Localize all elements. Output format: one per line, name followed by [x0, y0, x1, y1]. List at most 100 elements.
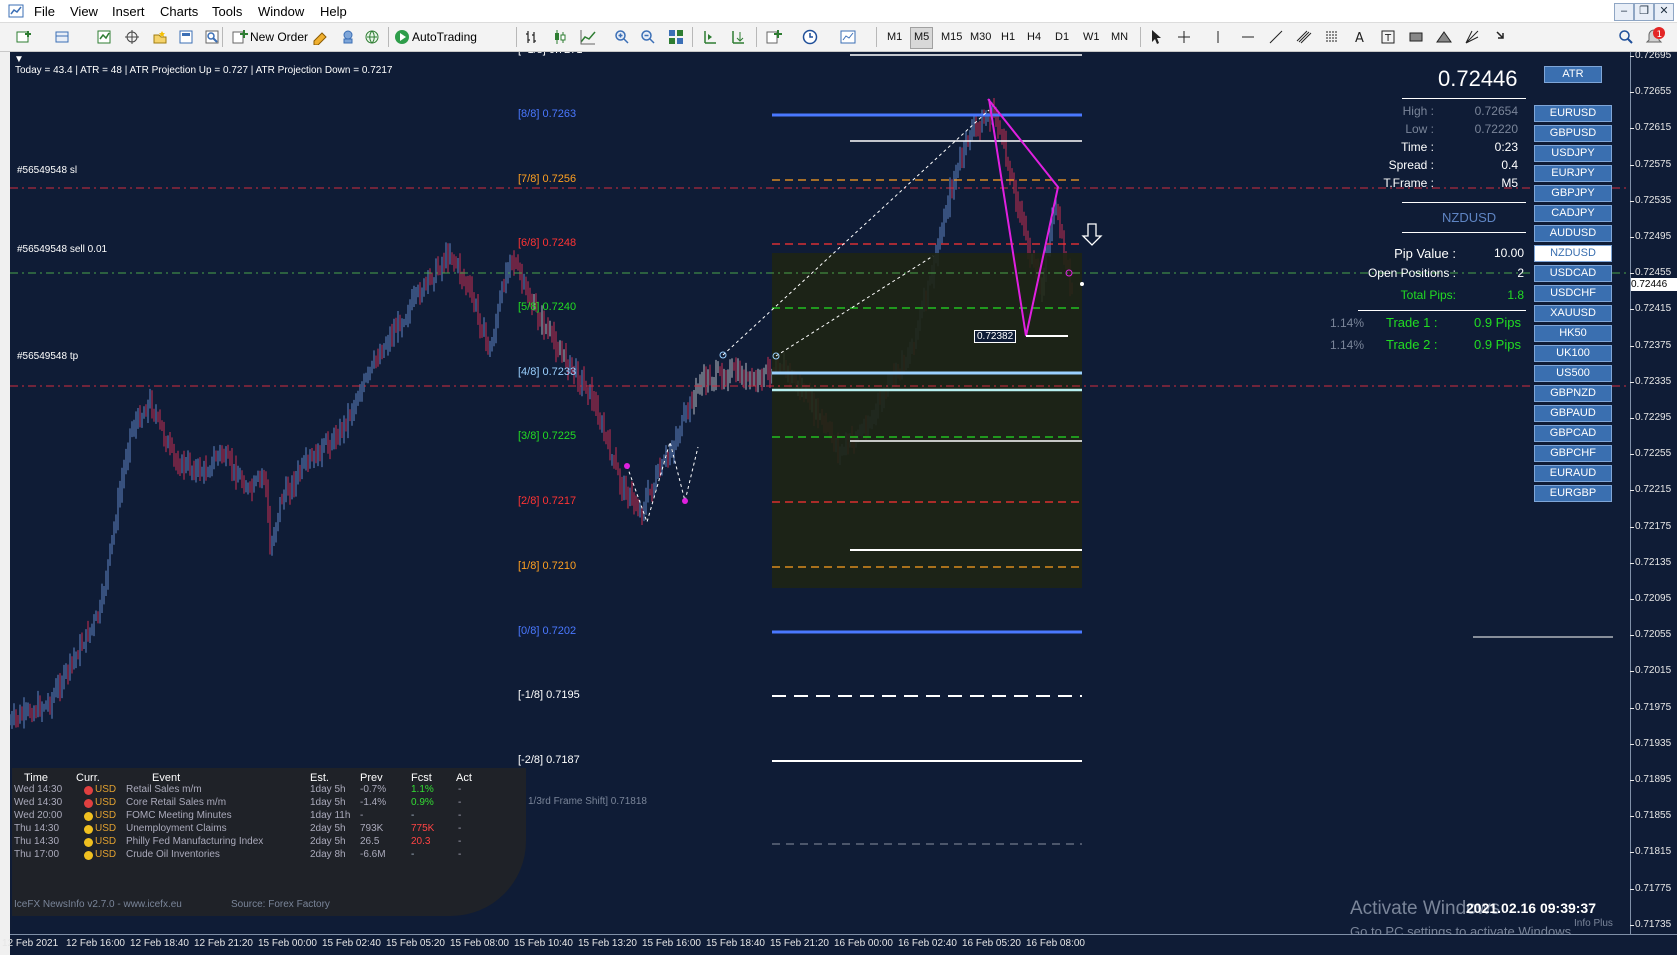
- timeframe-h1[interactable]: H1: [998, 27, 1018, 47]
- time-axis[interactable]: 12 Feb 2021 12 Feb 16:00 12 Feb 18:40 12 Fe…: [2, 934, 1677, 955]
- timeframe-m15[interactable]: M15: [938, 27, 965, 47]
- news-cell-curr: USD: [95, 836, 117, 847]
- terminal-icon[interactable]: [178, 29, 194, 45]
- symbol-button-gbpchf[interactable]: GBPCHF: [1534, 445, 1612, 462]
- symbol-button-gbpnzd[interactable]: GBPNZD: [1534, 385, 1612, 402]
- symbol-button-hk50[interactable]: HK50: [1534, 325, 1612, 342]
- navigator-icon[interactable]: [152, 29, 168, 45]
- symbol-button-eurjpy[interactable]: EURJPY: [1534, 165, 1612, 182]
- collapse-arrow-icon[interactable]: ▼: [14, 54, 24, 65]
- bar-chart-icon[interactable]: [524, 29, 540, 45]
- symbol-button-euraud[interactable]: EURAUD: [1534, 465, 1612, 482]
- trendline-icon[interactable]: [1268, 29, 1284, 45]
- symbol-button-gbpjpy[interactable]: GBPJPY: [1534, 185, 1612, 202]
- news-cell-fcst: 1.1%: [411, 784, 434, 795]
- timeframe-m1[interactable]: M1: [884, 27, 905, 47]
- close-button[interactable]: ✕: [1654, 3, 1674, 21]
- fibonacci-icon[interactable]: [1324, 29, 1340, 45]
- periods-clock-icon[interactable]: [802, 29, 818, 45]
- symbol-button-gbpaud[interactable]: GBPAUD: [1534, 405, 1612, 422]
- menu-tools[interactable]: Tools: [212, 4, 242, 19]
- candlestick-icon[interactable]: [552, 29, 568, 45]
- menu-help[interactable]: Help: [320, 4, 347, 19]
- new-chart-icon[interactable]: [16, 29, 32, 45]
- menu-file[interactable]: File: [34, 4, 55, 19]
- menu-insert[interactable]: Insert: [112, 4, 145, 19]
- auto-scroll-icon[interactable]: [730, 29, 746, 45]
- news-cell-time: Wed 14:30: [14, 797, 63, 808]
- symbol-button-usdjpy[interactable]: USDJPY: [1534, 145, 1612, 162]
- market-icon[interactable]: [364, 29, 380, 45]
- news-footer-left: IceFX NewsInfo v2.7.0 - www.icefx.eu: [14, 899, 182, 910]
- pattern-point: [682, 498, 688, 504]
- impact-dot-icon: [84, 838, 93, 847]
- symbol-button-eurusd[interactable]: EURUSD: [1534, 105, 1612, 122]
- symbol-button-usdchf[interactable]: USDCHF: [1534, 285, 1612, 302]
- price-tick: 0.72375: [1629, 339, 1672, 351]
- autotrading-icon[interactable]: [394, 29, 410, 45]
- timeframe-d1[interactable]: D1: [1052, 27, 1072, 47]
- symbol-button-eurgbp[interactable]: EURGBP: [1534, 485, 1612, 502]
- timeframe-w1[interactable]: W1: [1080, 27, 1103, 47]
- timeframe-h4[interactable]: H4: [1024, 27, 1044, 47]
- symbol-button-us500[interactable]: US500: [1534, 365, 1612, 382]
- signals-icon[interactable]: [340, 29, 356, 45]
- templates-icon[interactable]: [840, 29, 856, 45]
- line-chart-icon[interactable]: [580, 29, 596, 45]
- atr-button[interactable]: ATR: [1544, 66, 1602, 83]
- vertical-line-icon[interactable]: [1210, 29, 1226, 45]
- menu-window[interactable]: Window: [258, 4, 304, 19]
- menu-view[interactable]: View: [70, 4, 98, 19]
- crosshair-icon[interactable]: [1176, 29, 1192, 45]
- market-watch-icon[interactable]: [96, 29, 112, 45]
- murrey-label: [6/8] 0.7248: [518, 237, 577, 249]
- timeframe-mn[interactable]: MN: [1108, 27, 1131, 47]
- news-header-time: Time: [24, 772, 49, 784]
- menu-charts[interactable]: Charts: [160, 4, 198, 19]
- time-tick: 15 Feb 21:20: [770, 938, 829, 949]
- symbol-button-usdcad[interactable]: USDCAD: [1534, 265, 1612, 282]
- rectangle-icon[interactable]: [1408, 29, 1424, 45]
- timeframe-m5[interactable]: M5: [910, 27, 934, 49]
- timeframe-m30[interactable]: M30: [967, 27, 994, 47]
- symbol-button-uk100[interactable]: UK100: [1534, 345, 1612, 362]
- news-cell-fcst: -: [411, 810, 415, 821]
- price-tick: 0.71935: [1629, 737, 1672, 749]
- equidistant-channel-icon[interactable]: [1296, 29, 1312, 45]
- notification-icon[interactable]: 1: [1644, 26, 1666, 48]
- gann-fan-icon[interactable]: [1464, 29, 1480, 45]
- time-tick: 16 Feb 00:00: [834, 938, 893, 949]
- horizontal-line-icon[interactable]: [1240, 29, 1256, 45]
- search-icon[interactable]: [1618, 29, 1634, 45]
- restore-button[interactable]: ❐: [1634, 3, 1654, 21]
- indicators-icon[interactable]: [766, 29, 782, 45]
- new-order-icon[interactable]: [232, 29, 248, 45]
- price-tick: 0.71735: [1629, 918, 1672, 930]
- new-order-button[interactable]: New Order: [250, 26, 308, 48]
- symbol-button-cadjpy[interactable]: CADJPY: [1534, 205, 1612, 222]
- symbol-button-nzdusd[interactable]: NZDUSD: [1534, 245, 1612, 262]
- panel-row-value: M5: [1501, 176, 1518, 190]
- cursor-icon[interactable]: [1148, 29, 1164, 45]
- zoom-in-icon[interactable]: [614, 29, 630, 45]
- minimize-button[interactable]: –: [1614, 3, 1634, 21]
- metaeditor-icon[interactable]: [312, 29, 328, 45]
- arrows-icon[interactable]: [1494, 29, 1510, 45]
- symbol-button-gbpcad[interactable]: GBPCAD: [1534, 425, 1612, 442]
- price-axis[interactable]: 0.72695 0.72655 0.72615 0.72575 0.72535 0.724…: [1629, 50, 1677, 934]
- strategy-tester-icon[interactable]: [204, 29, 220, 45]
- text-tool-icon[interactable]: A: [1352, 29, 1368, 45]
- symbol-button-audusd[interactable]: AUDUSD: [1534, 225, 1612, 242]
- price-tick: 0.71815: [1629, 846, 1672, 858]
- chart-shift-icon[interactable]: [702, 29, 718, 45]
- symbol-button-gbpusd[interactable]: GBPUSD: [1534, 125, 1612, 142]
- news-cell-est: 2day 5h: [310, 836, 346, 847]
- tile-windows-icon[interactable]: [668, 29, 684, 45]
- symbol-button-xauusd[interactable]: XAUUSD: [1534, 305, 1612, 322]
- triangle-icon[interactable]: [1436, 29, 1452, 45]
- autotrading-button[interactable]: AutoTrading: [412, 26, 477, 48]
- zoom-out-icon[interactable]: [640, 29, 656, 45]
- crosshair-tool-icon[interactable]: [124, 29, 140, 45]
- text-label-icon[interactable]: T: [1380, 29, 1396, 45]
- profiles-icon[interactable]: [54, 29, 70, 45]
